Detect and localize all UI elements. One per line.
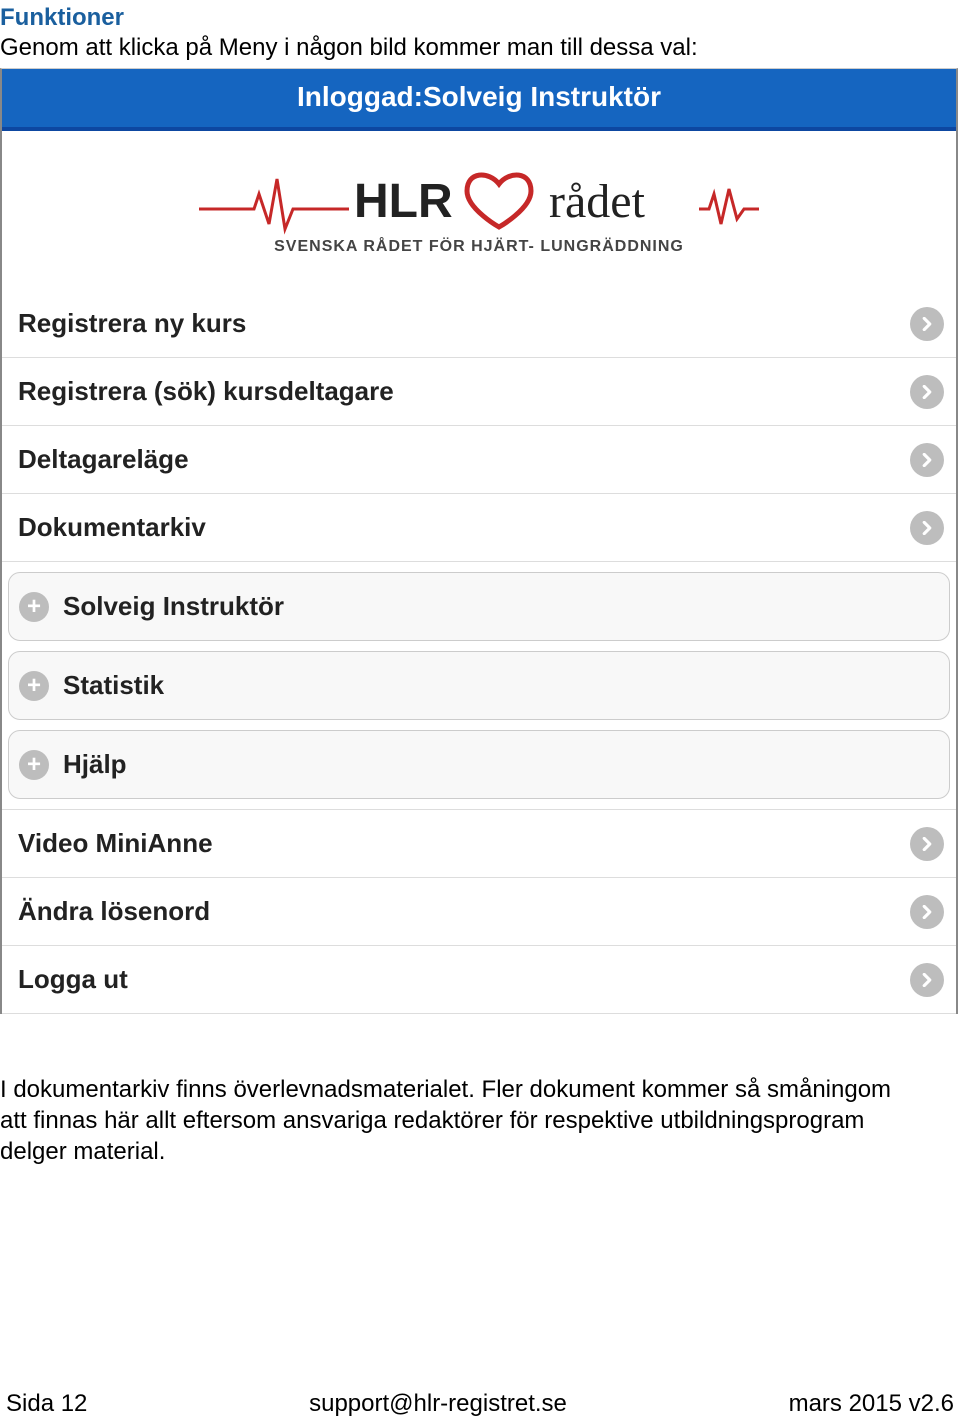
section-title: Funktioner — [0, 0, 960, 34]
menu-item-deltagarelage[interactable]: Deltagareläge — [2, 426, 956, 494]
menu-item-label: Registrera (sök) kursdeltagare — [18, 376, 394, 406]
login-status-bar: Inloggad:Solveig Instruktör — [2, 69, 956, 131]
menu-item-statistik[interactable]: + Statistik — [8, 651, 950, 720]
menu-item-registrera-sok-kursdeltagare[interactable]: Registrera (sök) kursdeltagare — [2, 358, 956, 426]
footer-version: mars 2015 v2.6 — [789, 1390, 954, 1418]
menu-item-label: Deltagareläge — [18, 444, 189, 474]
svg-text:SVENSKA RÅDET FÖR HJÄRT- LUNGR: SVENSKA RÅDET FÖR HJÄRT- LUNGRÄDDNING — [274, 236, 684, 255]
logo-area: HLR rådet SVENSKA RÅDET FÖR HJÄRT- LUNGR… — [2, 131, 956, 290]
plus-icon: + — [19, 592, 49, 622]
plus-icon: + — [19, 671, 49, 701]
app-screenshot: Inloggad:Solveig Instruktör HLR rådet SV… — [0, 68, 958, 1014]
menu-item-dokumentarkiv[interactable]: Dokumentarkiv — [2, 494, 956, 562]
menu-item-video-minianne[interactable]: Video MiniAnne — [2, 809, 956, 878]
menu-item-label: Video MiniAnne — [18, 828, 213, 858]
chevron-right-icon — [910, 307, 944, 341]
plus-icon: + — [19, 750, 49, 780]
intro-text: Genom att klicka på Meny i någon bild ko… — [0, 34, 960, 68]
hlr-logo: HLR rådet SVENSKA RÅDET FÖR HJÄRT- LUNGR… — [199, 159, 759, 269]
chevron-right-icon — [910, 895, 944, 929]
menu-item-registrera-ny-kurs[interactable]: Registrera ny kurs — [2, 290, 956, 358]
menu-list: Registrera ny kurs Registrera (sök) kurs… — [2, 290, 956, 1014]
menu-item-label: Dokumentarkiv — [18, 512, 206, 542]
menu-item-hjalp[interactable]: + Hjälp — [8, 730, 950, 799]
menu-item-logga-ut[interactable]: Logga ut — [2, 946, 956, 1014]
chevron-right-icon — [910, 827, 944, 861]
menu-item-solveig-instruktor[interactable]: + Solveig Instruktör — [8, 572, 950, 641]
page-footer: Sida 12 support@hlr-registret.se mars 20… — [0, 1390, 960, 1418]
menu-item-andra-losenord[interactable]: Ändra lösenord — [2, 878, 956, 946]
chevron-right-icon — [910, 963, 944, 997]
menu-item-label: Logga ut — [18, 964, 128, 994]
svg-text:HLR: HLR — [354, 175, 453, 228]
menu-item-label: Hjälp — [63, 749, 127, 779]
footer-email: support@hlr-registret.se — [87, 1390, 788, 1418]
footer-page: Sida 12 — [6, 1390, 87, 1418]
chevron-right-icon — [910, 511, 944, 545]
chevron-right-icon — [910, 443, 944, 477]
menu-item-label: Statistik — [63, 670, 164, 700]
menu-item-label: Ändra lösenord — [18, 896, 210, 926]
svg-text:rådet: rådet — [549, 175, 646, 228]
menu-item-label: Solveig Instruktör — [63, 591, 284, 621]
chevron-right-icon — [910, 375, 944, 409]
body-paragraph: I dokumentarkiv finns överlevnadsmateria… — [0, 1074, 960, 1168]
menu-item-label: Registrera ny kurs — [18, 308, 246, 338]
